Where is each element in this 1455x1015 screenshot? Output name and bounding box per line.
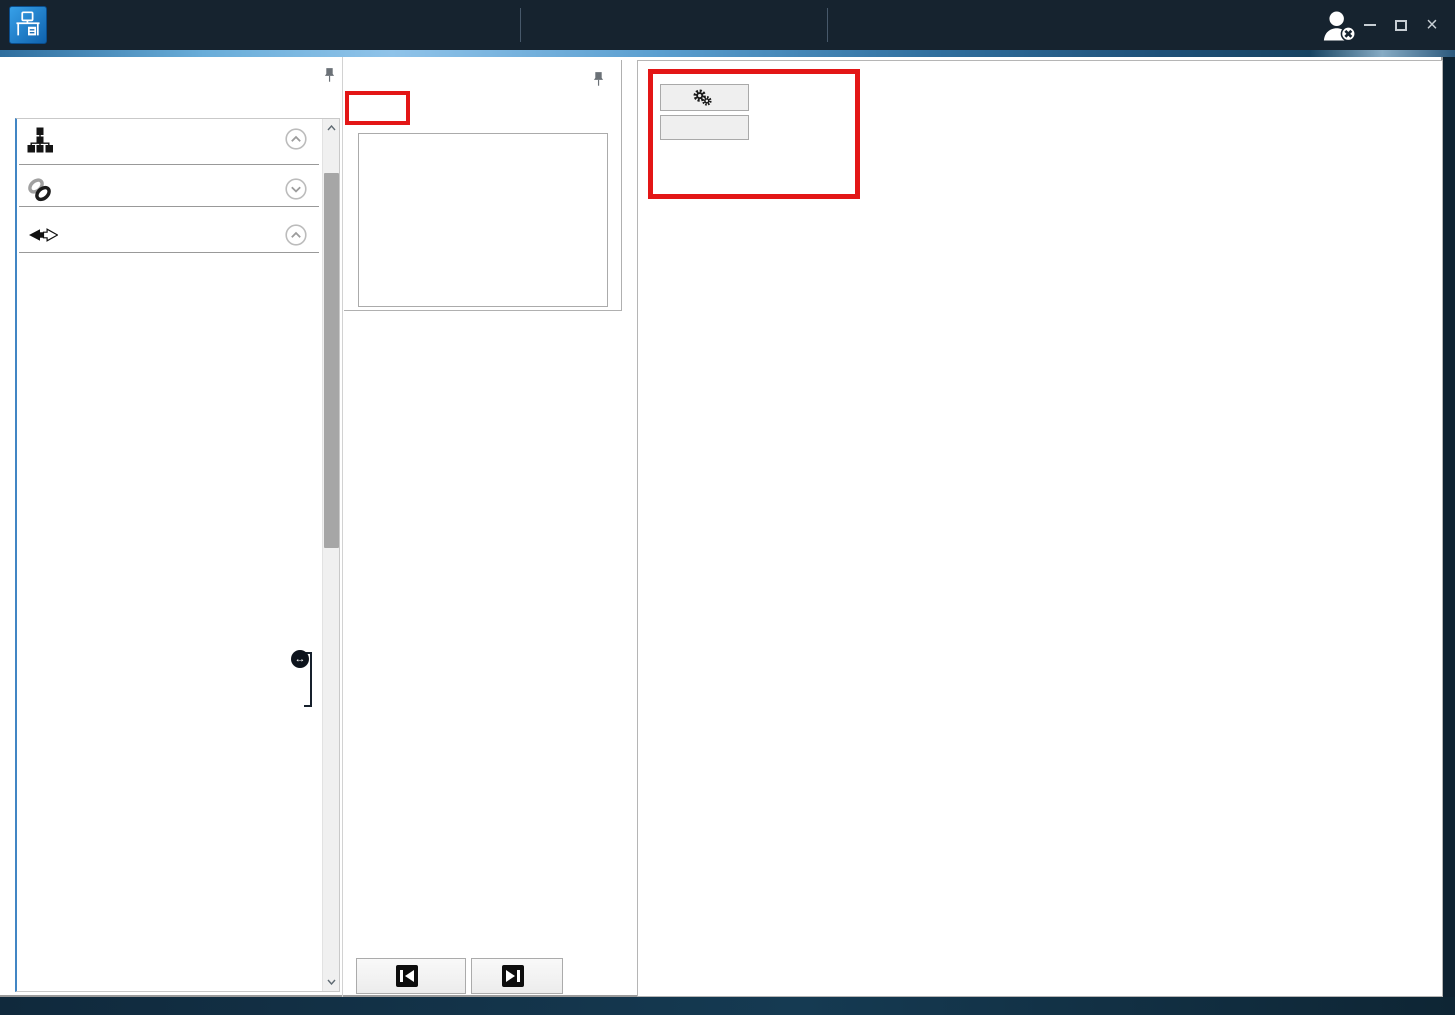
previous-button[interactable] — [356, 958, 466, 994]
title-bar: × — [0, 0, 1455, 50]
line-programming-title — [63, 217, 319, 226]
vertical-scrollbar[interactable] — [322, 119, 339, 991]
machine-list-panel — [344, 60, 622, 311]
titlebar-divider — [827, 8, 828, 42]
pin-icon[interactable] — [323, 67, 336, 88]
status-strip — [0, 997, 1455, 1015]
titlebar-divider — [520, 8, 521, 42]
machine-table-header — [359, 134, 607, 157]
main-content-panel — [637, 60, 1443, 997]
window-controls: × — [1362, 0, 1440, 50]
setup-button[interactable] — [660, 84, 749, 111]
pin-icon[interactable] — [592, 71, 605, 92]
reroute-indicator-icon[interactable]: ↔ — [291, 650, 309, 668]
dock-splitter[interactable] — [342, 57, 343, 997]
previous-icon — [396, 965, 418, 987]
reroutes-section-header[interactable] — [19, 171, 319, 207]
line-programming-icon — [26, 226, 58, 244]
minimize-button[interactable] — [1362, 17, 1378, 33]
collapse-up-icon[interactable] — [285, 128, 307, 150]
maximize-button[interactable] — [1393, 17, 1409, 33]
line-programming-section-header[interactable] — [19, 217, 319, 253]
user-logout-icon[interactable] — [1320, 8, 1360, 44]
next-button[interactable] — [471, 958, 563, 994]
scroll-down-icon[interactable] — [323, 974, 340, 990]
scrollbar-thumb[interactable] — [324, 173, 339, 548]
gears-icon — [693, 89, 712, 106]
reroutes-title — [63, 171, 319, 180]
process-flow-section-header[interactable] — [19, 121, 319, 165]
next-icon — [502, 965, 524, 987]
scroll-up-icon[interactable] — [323, 120, 340, 136]
org-chart-icon — [26, 126, 54, 154]
clear-setup-button[interactable] — [660, 115, 749, 140]
process-definition-tree-panel — [15, 118, 340, 992]
close-button[interactable]: × — [1424, 17, 1440, 33]
collapse-down-icon[interactable] — [285, 178, 307, 200]
process-flow-title — [63, 121, 319, 124]
app-logo-icon[interactable] — [9, 6, 47, 44]
chain-link-icon — [26, 176, 54, 204]
accent-stripe — [0, 50, 1455, 57]
machine-table — [358, 133, 608, 307]
collapse-up-icon[interactable] — [285, 224, 307, 246]
